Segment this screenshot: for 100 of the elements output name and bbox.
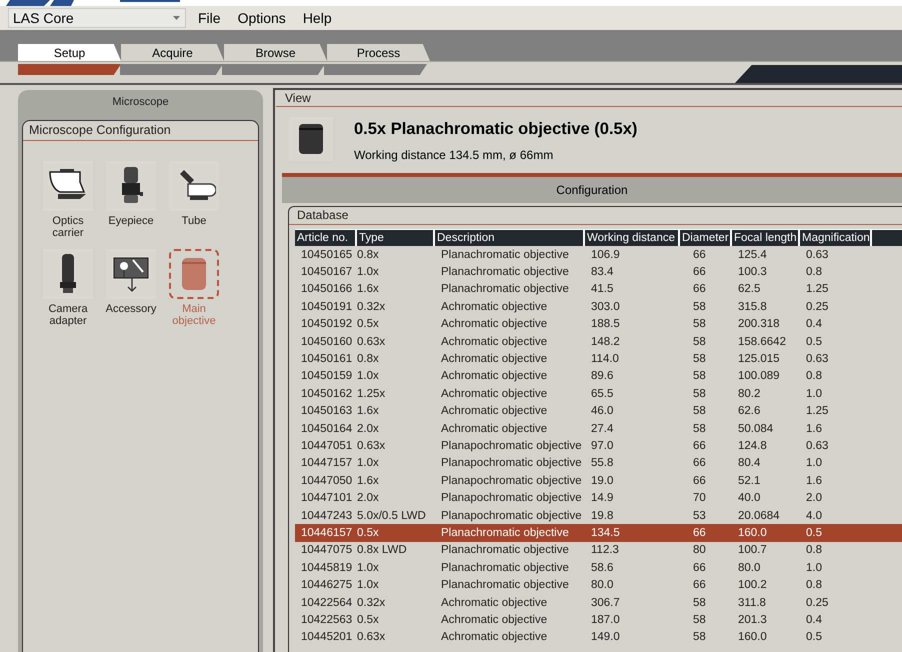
table-cell-text: 10445201	[300, 631, 354, 644]
table-cell-text: Planachromatic objective	[440, 579, 570, 592]
tab[interactable]: Browse	[224, 44, 327, 61]
table-row[interactable]: 10450163 1.6x Achromatic objective 46.0 58 62.6 1.25	[295, 402, 902, 420]
table-row[interactable]: 10447157 1.0x Planapochromatic objective 55.8 66 80.4 1.0	[295, 454, 902, 472]
table-cell-text: 2.0x	[357, 492, 380, 504]
table-cell-text: 58	[692, 422, 707, 435]
table-row[interactable]: 10422563 0.5x Achromatic objective 187.0 58 201.3 0.4	[295, 611, 902, 629]
table-cell-text: Achromatic objective	[440, 336, 548, 348]
table-cell-text: Planachromatic objective	[440, 283, 570, 296]
table-cell-text: 112.3	[590, 544, 620, 556]
component-label[interactable]: Eyepiece	[101, 215, 161, 227]
table-cell-text: 0.63	[805, 440, 830, 452]
column-header[interactable]: Description	[435, 230, 583, 246]
table-cell-text: 160.0	[737, 631, 768, 644]
app-dropdown[interactable]: LAS Core	[8, 8, 186, 28]
group-title: Microscope Configuration	[23, 121, 258, 141]
table-row[interactable]: 10450191 0.32x Achromatic objective 303.0 58 315.8 0.25	[295, 298, 902, 316]
table-cell-text: Achromatic objective	[440, 300, 548, 313]
table-cell-text: 20.0684	[737, 510, 781, 522]
table-cell-text: 1.6x	[357, 474, 380, 487]
table-cell-text: 66	[692, 266, 707, 278]
table-cell-text: Planapochromatic objective	[440, 474, 583, 487]
table-row[interactable]: 10450162 1.25x Achromatic objective 65.5 58 80.2 1.0	[295, 385, 902, 403]
component-label[interactable]: Optics carrier	[38, 215, 98, 239]
menu-item[interactable]: Help	[302, 10, 332, 26]
table-cell-text: 40.0	[737, 492, 762, 504]
table-cell-text: 27.4	[590, 422, 614, 435]
item-title: 0.5x Planachromatic objective (0.5x)	[354, 120, 638, 139]
table-cell-text: Planachromatic objective	[440, 266, 570, 278]
menu-item[interactable]: Options	[238, 10, 286, 26]
table-cell-text: 0.8	[805, 266, 823, 278]
column-header[interactable]: Working distance	[585, 230, 678, 246]
table-row[interactable]: 10447050 1.6x Planapochromatic objective 19.0 66 52.1 1.6	[295, 472, 902, 490]
table-row[interactable]: 10450159 1.0x Achromatic objective 89.6 58 100.089 0.8	[295, 368, 902, 386]
table-cell-text: 2.0	[805, 492, 823, 504]
table-row[interactable]: 10447051 0.63x Planapochromatic objective 97.0 66 124.8 0.63	[295, 437, 902, 455]
table-cell-text: 58	[692, 388, 707, 400]
table-cell-text: 124.8	[737, 440, 768, 452]
table-cell-text: 148.2	[590, 336, 621, 348]
panel-title: Microscope	[111, 95, 170, 110]
table-cell-text: 0.5	[805, 336, 823, 348]
table-cell-text: 160.0	[737, 526, 768, 539]
table-cell-text: 0.4	[805, 614, 823, 626]
section-title: View	[276, 90, 902, 107]
table-row[interactable]: 10422564 0.32x Achromatic objective 306.7 58 311.8 0.25	[295, 594, 902, 612]
table-cell-text: 19.8	[590, 510, 614, 522]
table-cell-text: 0.8x LWD	[357, 544, 408, 556]
table-row[interactable]: 10450160 0.63x Achromatic objective 148.2 58 158.6642 0.5	[295, 332, 902, 350]
table-row[interactable]: 10445819 1.0x Planachromatic objective 58.6 66 80.0 1.0	[295, 559, 902, 576]
component-label[interactable]: Tube	[164, 215, 224, 227]
selected-row[interactable]: 10446157 0.5x Planachromatic objective 134.5 66 160.0 0.5	[295, 524, 902, 542]
table-cell-text: 306.7	[590, 596, 621, 608]
table-cell-text: 149.0	[590, 631, 621, 644]
table-cell-text: 58	[692, 631, 707, 644]
table-cell-text: 1.25	[805, 405, 830, 418]
table-row[interactable]: 10450166 1.6x Planachromatic objective 41.5 66 62.5 1.25	[295, 280, 902, 298]
table-cell-text: 0.32x	[357, 300, 386, 313]
table-cell-text: 1.0	[805, 562, 823, 574]
table-cell-text: 0.63	[805, 353, 830, 366]
table-cell-text: 0.63x	[357, 336, 386, 348]
table-row[interactable]: 10450161 0.8x Achromatic objective 114.0 58 125.015 0.63	[295, 350, 902, 368]
table-cell-text: Planapochromatic objective	[440, 440, 583, 452]
table-cell-text: 14.9	[590, 492, 614, 504]
component-label[interactable]: Accessory	[101, 303, 161, 315]
column-header[interactable]: Diameter	[680, 230, 730, 246]
table-cell-text: 10450160	[300, 336, 354, 348]
table-cell-text: 97.0	[590, 440, 614, 452]
table-cell-text: 1.6x	[357, 283, 380, 296]
table-cell-text: 10450162	[300, 388, 354, 400]
column-header[interactable]: Magnification	[800, 230, 870, 246]
table-cell-text: Achromatic objective	[440, 614, 548, 626]
table-cell-text: 1.25	[805, 283, 830, 296]
column-header[interactable]: Focal length	[732, 230, 798, 246]
table-cell-text: 58	[692, 336, 707, 348]
tab[interactable]: Process	[327, 44, 430, 61]
tab[interactable]: Acquire	[121, 44, 224, 61]
table-cell-text: 2.0x	[357, 422, 380, 435]
table-row[interactable]: 10450192 0.5x Achromatic objective 188.5 58 200.318 0.4	[295, 316, 902, 333]
column-header[interactable]: Type	[357, 230, 433, 246]
table-cell-text: 0.8	[805, 544, 823, 556]
table-row[interactable]: 10445201 0.63x Achromatic objective 149.0 58 160.0 0.5	[295, 628, 902, 646]
table-cell-text: 125.4	[737, 248, 768, 261]
tab[interactable]: Setup	[18, 44, 121, 61]
table-cell-text: 80.0	[737, 562, 762, 574]
table-row[interactable]: 10447075 0.8x LWD Planachromatic objective 112.3 80 100.7 0.8	[295, 542, 902, 560]
table-row[interactable]: 10450164 2.0x Achromatic objective 27.4 58 50.084 1.6	[295, 420, 902, 438]
component-label[interactable]: Camera adapter	[38, 303, 98, 327]
menu-item[interactable]: File	[198, 10, 221, 26]
table-cell-text: Achromatic objective	[440, 631, 548, 644]
table-cell-text: 311.8	[737, 596, 767, 608]
table-cell-text: 58	[692, 405, 707, 418]
table-row[interactable]: 10450165 0.8x Planachromatic objective 106.9 66 125.4 0.63	[295, 246, 902, 264]
table-row[interactable]: 10447243 5.0x/0.5 LWD Planapochromatic objective 19.8 53 20.0684 4.0	[295, 506, 902, 524]
table-cell-text: 66	[692, 457, 707, 470]
table-cell-text: 66	[692, 474, 707, 487]
table-row[interactable]: 10450167 1.0x Planachromatic objective 83.4 66 100.3 0.8	[295, 263, 902, 281]
table-row[interactable]: 10446275 1.0x Planachromatic objective 80.0 66 100.2 0.8	[295, 576, 902, 594]
column-header[interactable]: Article no.	[295, 230, 355, 246]
table-row[interactable]: 10447101 2.0x Planapochromatic objective 14.9 70 40.0 2.0	[295, 489, 902, 507]
